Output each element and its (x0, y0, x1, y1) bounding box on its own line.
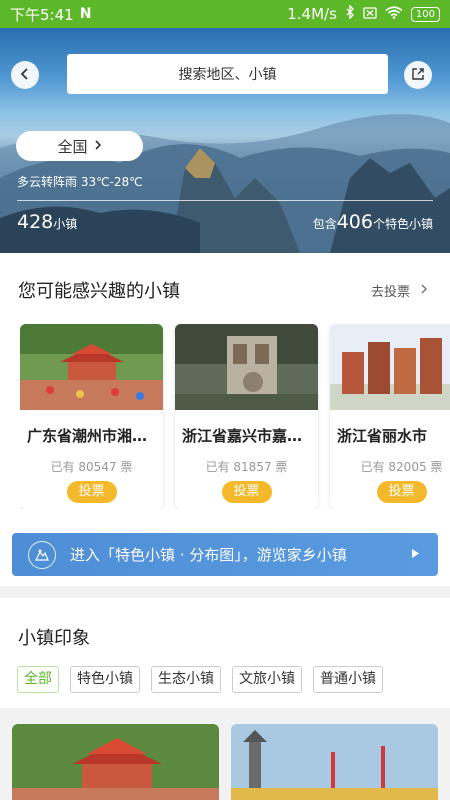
chevron-right-icon (94, 137, 102, 155)
vote-count: 已有 82005 票 (360, 460, 443, 474)
region-selector[interactable]: 全国 (16, 131, 143, 161)
section-title: 您可能感兴趣的小镇 (18, 281, 180, 302)
town-name: 浙江省丽水市 (337, 427, 428, 445)
status-bar: 下午5:41 N 1.4M/s 100 (0, 0, 450, 28)
recommended-towns-section: 您可能感兴趣的小镇 去投票 广东省潮州市湘桥区 已有 80547 票 投票 浙江… (0, 253, 450, 586)
town-name: 浙江省嘉兴市嘉善县 (182, 427, 312, 445)
app-notification-icon: N (79, 6, 92, 22)
status-time: 下午5:41 (10, 5, 74, 24)
tab-cultural-tourism[interactable]: 文旅小镇 (232, 666, 302, 693)
distribution-map-banner[interactable]: 进入「特色小镇 · 分布图」，游览家乡小镇 (12, 533, 438, 576)
feature-count-number: 406 (336, 211, 373, 233)
feature-suffix: 个特色小镇 (372, 217, 433, 231)
region-label: 全国 (57, 137, 88, 156)
town-photo (175, 324, 318, 410)
battery-indicator: 100 (410, 6, 440, 22)
weather-text: 多云转阵雨 33℃-28℃ (17, 175, 143, 189)
section-title: 小镇印象 (18, 628, 90, 649)
vote-button[interactable]: 投票 (376, 481, 427, 503)
vote-button[interactable]: 投票 (66, 481, 117, 503)
impression-photo[interactable] (12, 724, 219, 800)
town-count: 428小镇 (17, 211, 77, 233)
town-card-list[interactable]: 广东省潮州市湘桥区 已有 80547 票 投票 浙江省嘉兴市嘉善县 已有 818… (20, 324, 450, 509)
hero-divider (17, 200, 433, 201)
hero-banner: 搜索地区、小镇 全国 多云转阵雨 33℃-28℃ 428小镇 包含406个特色小… (0, 28, 450, 253)
impression-photo-grid (0, 708, 450, 800)
town-card[interactable]: 浙江省嘉兴市嘉善县 已有 81857 票 投票 (175, 324, 318, 509)
town-card[interactable]: 广东省潮州市湘桥区 已有 80547 票 投票 (20, 324, 163, 509)
vote-button[interactable]: 投票 (221, 481, 272, 503)
vote-count: 已有 80547 票 (50, 460, 133, 474)
map-banner-text: 进入「特色小镇 · 分布图」，游览家乡小镇 (70, 546, 347, 564)
impression-photo[interactable] (231, 724, 438, 800)
vote-count: 已有 81857 票 (205, 460, 288, 474)
town-name: 广东省潮州市湘桥区 (27, 427, 157, 445)
chevron-right-icon (420, 283, 428, 299)
tab-ordinary[interactable]: 普通小镇 (313, 666, 383, 693)
search-input[interactable]: 搜索地区、小镇 (67, 54, 388, 94)
play-icon (411, 548, 420, 562)
network-speed: 1.4M/s (287, 5, 337, 23)
back-button[interactable] (11, 61, 39, 89)
bluetooth-icon (345, 4, 355, 23)
category-tabs: 全部 特色小镇 生态小镇 文旅小镇 普通小镇 (17, 666, 383, 693)
share-icon (411, 66, 425, 85)
tab-ecological[interactable]: 生态小镇 (151, 666, 221, 693)
go-vote-link[interactable]: 去投票 (371, 281, 428, 300)
town-count-unit: 小镇 (53, 217, 78, 231)
share-button[interactable] (404, 61, 432, 89)
map-icon (28, 540, 56, 569)
go-vote-label: 去投票 (370, 285, 410, 300)
sim-icon (363, 5, 377, 23)
feature-prefix: 包含 (312, 217, 337, 231)
town-photo (330, 324, 450, 410)
tab-featured[interactable]: 特色小镇 (70, 666, 140, 693)
back-icon (19, 66, 31, 85)
town-impression-section: 小镇印象 全部 特色小镇 生态小镇 文旅小镇 普通小镇 (0, 598, 450, 708)
town-count-number: 428 (17, 211, 54, 233)
tab-all[interactable]: 全部 (17, 666, 59, 693)
wifi-icon (385, 5, 403, 23)
feature-town-count: 包含406个特色小镇 (313, 211, 433, 233)
search-placeholder: 搜索地区、小镇 (178, 67, 277, 83)
town-card[interactable]: 浙江省丽水市 已有 82005 票 投票 (330, 324, 450, 509)
town-photo (20, 324, 163, 410)
